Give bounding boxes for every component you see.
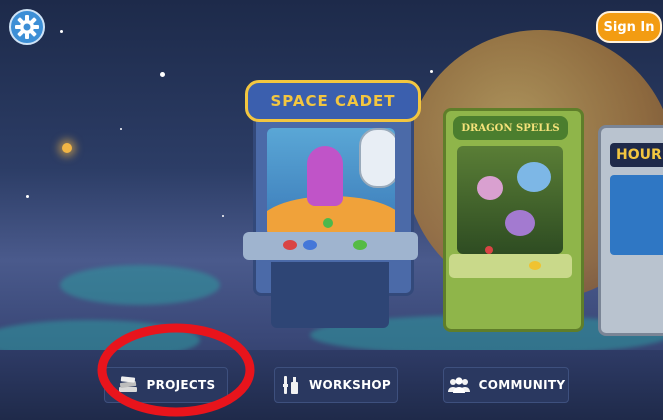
projects-icon <box>118 376 137 392</box>
sign-in-button[interactable]: Sign In <box>596 11 662 43</box>
star <box>60 30 63 33</box>
joystick <box>485 246 493 254</box>
dragon-spells-marquee: DRAGON SPELLS <box>453 116 568 140</box>
projects-label: PROJECTS <box>146 378 216 392</box>
community-icon <box>447 377 470 393</box>
app-scene: SPACE CADET DRAGON SPELLS HOUR Sign In P… <box>0 0 663 420</box>
button-red <box>283 240 297 250</box>
community-button[interactable]: COMMUNITY <box>443 367 569 403</box>
button-green <box>353 240 367 250</box>
workshop-icon <box>282 376 298 394</box>
star <box>222 215 224 217</box>
pink-dragon-character <box>477 176 503 200</box>
workshop-button[interactable]: WORKSHOP <box>274 367 398 403</box>
button-blue <box>303 240 317 250</box>
star <box>26 195 29 198</box>
purple-creature <box>505 210 535 236</box>
hour-cabinet[interactable]: HOUR <box>598 115 663 336</box>
hour-marquee: HOUR <box>610 143 663 167</box>
settings-button[interactable] <box>9 9 45 45</box>
dragon-character <box>517 162 551 192</box>
gear-icon <box>15 15 39 39</box>
space-cadet-title: SPACE CADET <box>270 92 396 110</box>
dragon-spells-cabinet[interactable]: DRAGON SPELLS <box>443 108 584 332</box>
cabinet-control-panel <box>243 218 418 260</box>
glow-orb <box>62 143 72 153</box>
projects-button[interactable]: PROJECTS <box>104 367 228 403</box>
cloud <box>60 265 220 305</box>
joystick <box>323 218 333 228</box>
dragon-spells-title: DRAGON SPELLS <box>461 122 560 134</box>
cabinet-base <box>271 262 389 328</box>
space-cadet-cabinet[interactable]: SPACE CADET <box>243 80 421 330</box>
button-yellow <box>529 261 541 270</box>
dragon-spells-screen <box>457 146 563 254</box>
space-cadet-marquee: SPACE CADET <box>245 80 421 122</box>
star <box>120 128 122 130</box>
community-label: COMMUNITY <box>478 378 566 392</box>
sign-in-label: Sign In <box>603 19 655 35</box>
star <box>430 70 433 73</box>
star <box>160 72 165 77</box>
workshop-label: WORKSHOP <box>308 378 392 392</box>
girl-astronaut-character <box>307 146 343 206</box>
hour-title: HOUR <box>616 147 662 163</box>
hour-screen <box>610 175 663 255</box>
cabinet-control-panel <box>449 246 572 278</box>
boy-astronaut-character <box>359 128 395 188</box>
